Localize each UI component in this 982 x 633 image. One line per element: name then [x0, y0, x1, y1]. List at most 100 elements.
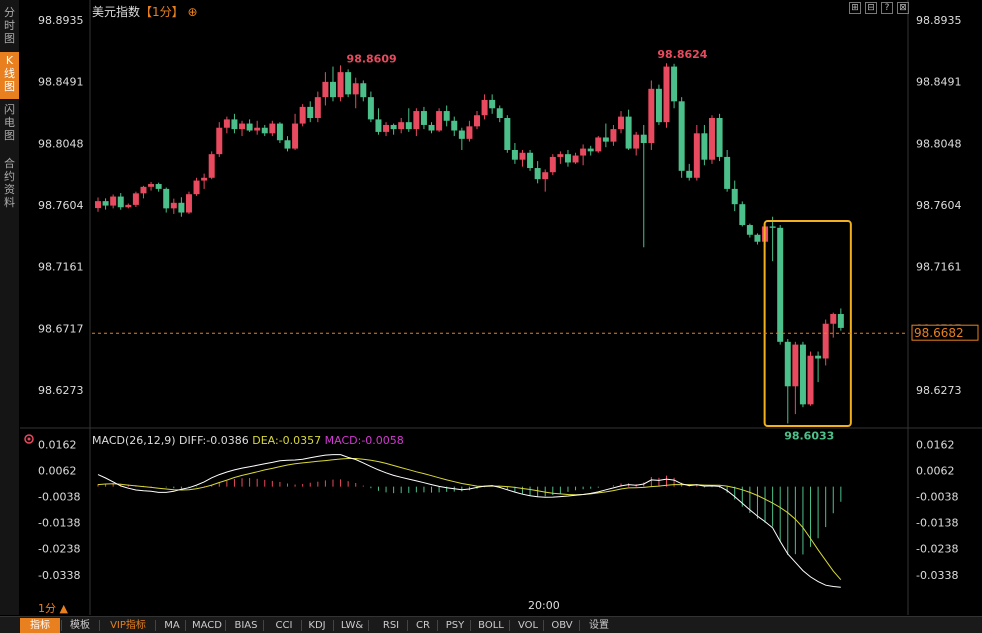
- indicator-tab-vol[interactable]: VOL: [514, 618, 542, 633]
- window-button-3[interactable]: ⊠: [897, 2, 909, 14]
- candle-body: [185, 194, 192, 213]
- indicator-tab-cr[interactable]: CR: [410, 618, 436, 633]
- candle-body: [148, 184, 155, 187]
- candle-body: [837, 314, 844, 328]
- window-button-1[interactable]: ⊟: [865, 2, 877, 14]
- candle-body: [436, 111, 443, 131]
- candle-body: [322, 81, 329, 98]
- candle-body: [231, 119, 238, 130]
- candle-body: [489, 99, 496, 109]
- circle-plus-icon[interactable]: ⊕: [184, 5, 197, 19]
- indicator-tab-vip指标[interactable]: VIP指标: [102, 618, 154, 633]
- window-button-0[interactable]: ⊞: [849, 2, 861, 14]
- tab-separator: [368, 620, 369, 631]
- candle-body: [549, 156, 556, 173]
- tab-separator: [263, 620, 264, 631]
- candle-body: [261, 127, 268, 134]
- price-tick-left: 98.7161: [38, 261, 84, 274]
- period-selector[interactable]: 1分 ▲: [38, 600, 68, 616]
- candle-body: [345, 72, 352, 95]
- candle-body: [390, 124, 397, 130]
- side-panel: 分时图 K线图闪电图合约资料: [0, 0, 19, 615]
- side-tab-0[interactable]: 分时图: [0, 4, 19, 50]
- candle-body: [413, 111, 420, 130]
- macd-tick-left: -0.0338: [38, 569, 80, 582]
- candle-body: [830, 314, 837, 324]
- candle-body: [474, 115, 480, 127]
- side-tab-1[interactable]: K线图: [0, 52, 19, 99]
- indicator-tab-指标[interactable]: 指标: [20, 618, 60, 633]
- candle-body: [193, 180, 200, 195]
- macd-tick-right: -0.0138: [916, 517, 958, 530]
- candle-body: [527, 152, 534, 169]
- candle-body: [640, 134, 647, 144]
- macd-legend-macd: MACD:-0.0058: [324, 434, 404, 447]
- tab-separator: [437, 620, 438, 631]
- indicator-tab-ma[interactable]: MA: [160, 618, 184, 633]
- period-tag[interactable]: 【1分】: [140, 5, 184, 19]
- candle-body: [239, 123, 246, 130]
- candle-body: [132, 193, 139, 205]
- indicator-tab-macd[interactable]: MACD: [190, 618, 224, 633]
- indicator-tab-obv[interactable]: OBV: [546, 618, 578, 633]
- candle-body: [534, 168, 541, 180]
- candle-body: [307, 106, 314, 119]
- macd-legend: MACD(26,12,9) DIFF:-0.0386 DEA:-0.0357 M…: [92, 434, 404, 447]
- candle-body: [292, 123, 299, 149]
- candle-body: [504, 118, 511, 150]
- candle-body: [481, 99, 488, 116]
- window-button-2[interactable]: ?: [881, 2, 893, 14]
- macd-tick-right: 0.0062: [916, 464, 955, 477]
- candle-body: [405, 122, 412, 130]
- candle-body: [716, 118, 723, 157]
- candle-body: [110, 196, 117, 206]
- tab-separator: [579, 620, 580, 631]
- candle-body: [352, 83, 359, 95]
- min-label: 98.6033: [784, 429, 834, 442]
- indicator-tab-rsi[interactable]: RSI: [376, 618, 406, 633]
- candle-body: [223, 119, 230, 128]
- tab-separator: [470, 620, 471, 631]
- candle-body: [201, 177, 208, 181]
- indicator-tab-lw&[interactable]: LW&: [337, 618, 367, 633]
- indicator-tab-cci[interactable]: CCI: [268, 618, 300, 633]
- candle-body: [595, 137, 602, 152]
- indicator-tab-设置[interactable]: 设置: [584, 618, 614, 633]
- tab-separator: [407, 620, 408, 631]
- indicator-tab-模板[interactable]: 模板: [62, 618, 98, 633]
- candle-body: [140, 186, 147, 194]
- indicator-tab-psy[interactable]: PSY: [441, 618, 469, 633]
- price-tick-right: 98.7604: [916, 199, 962, 212]
- current-price-label: 98.6682: [914, 326, 964, 340]
- indicator-tab-bias[interactable]: BIAS: [230, 618, 262, 633]
- candle-body: [564, 154, 571, 163]
- instrument-name: 美元指数: [92, 5, 141, 19]
- side-tab-3[interactable]: 合约资料: [0, 155, 19, 213]
- candle-body: [383, 124, 390, 132]
- macd-tick-right: -0.0238: [916, 543, 958, 556]
- indicator-toolbar: 指标 模板 VIP指标 MA MACD BIAS CCI KDJ LW& RSI CR PSY BOLL…: [0, 616, 982, 633]
- candle-body: [708, 118, 715, 160]
- tab-separator: [99, 620, 100, 631]
- chart-title: 美元指数【1分】 ⊕: [92, 3, 198, 20]
- candle-body: [443, 111, 450, 121]
- candle-body: [155, 184, 162, 189]
- candle-body: [610, 129, 617, 142]
- candle-body: [693, 133, 700, 178]
- candle-body: [496, 108, 503, 119]
- candle-body: [602, 137, 609, 142]
- candle-body: [686, 170, 693, 178]
- candle-body: [254, 127, 261, 131]
- macd-tick-right: 0.0162: [916, 438, 955, 451]
- indicator-tab-boll[interactable]: BOLL: [474, 618, 508, 633]
- indicator-tab-kdj[interactable]: KDJ: [302, 618, 332, 633]
- side-tab-2[interactable]: 闪电图: [0, 101, 19, 151]
- macd-tick-left: 0.0162: [38, 438, 77, 451]
- candle-body: [117, 196, 124, 208]
- candle-body: [337, 72, 344, 98]
- chart-canvas: 98.8935 98.8935 98.8491 98.8491 98.8048 98.80…: [20, 0, 982, 615]
- candle-body: [102, 201, 109, 206]
- candle-body: [542, 172, 549, 180]
- macd-tick-left: -0.0038: [38, 491, 80, 504]
- candle-body: [329, 81, 336, 98]
